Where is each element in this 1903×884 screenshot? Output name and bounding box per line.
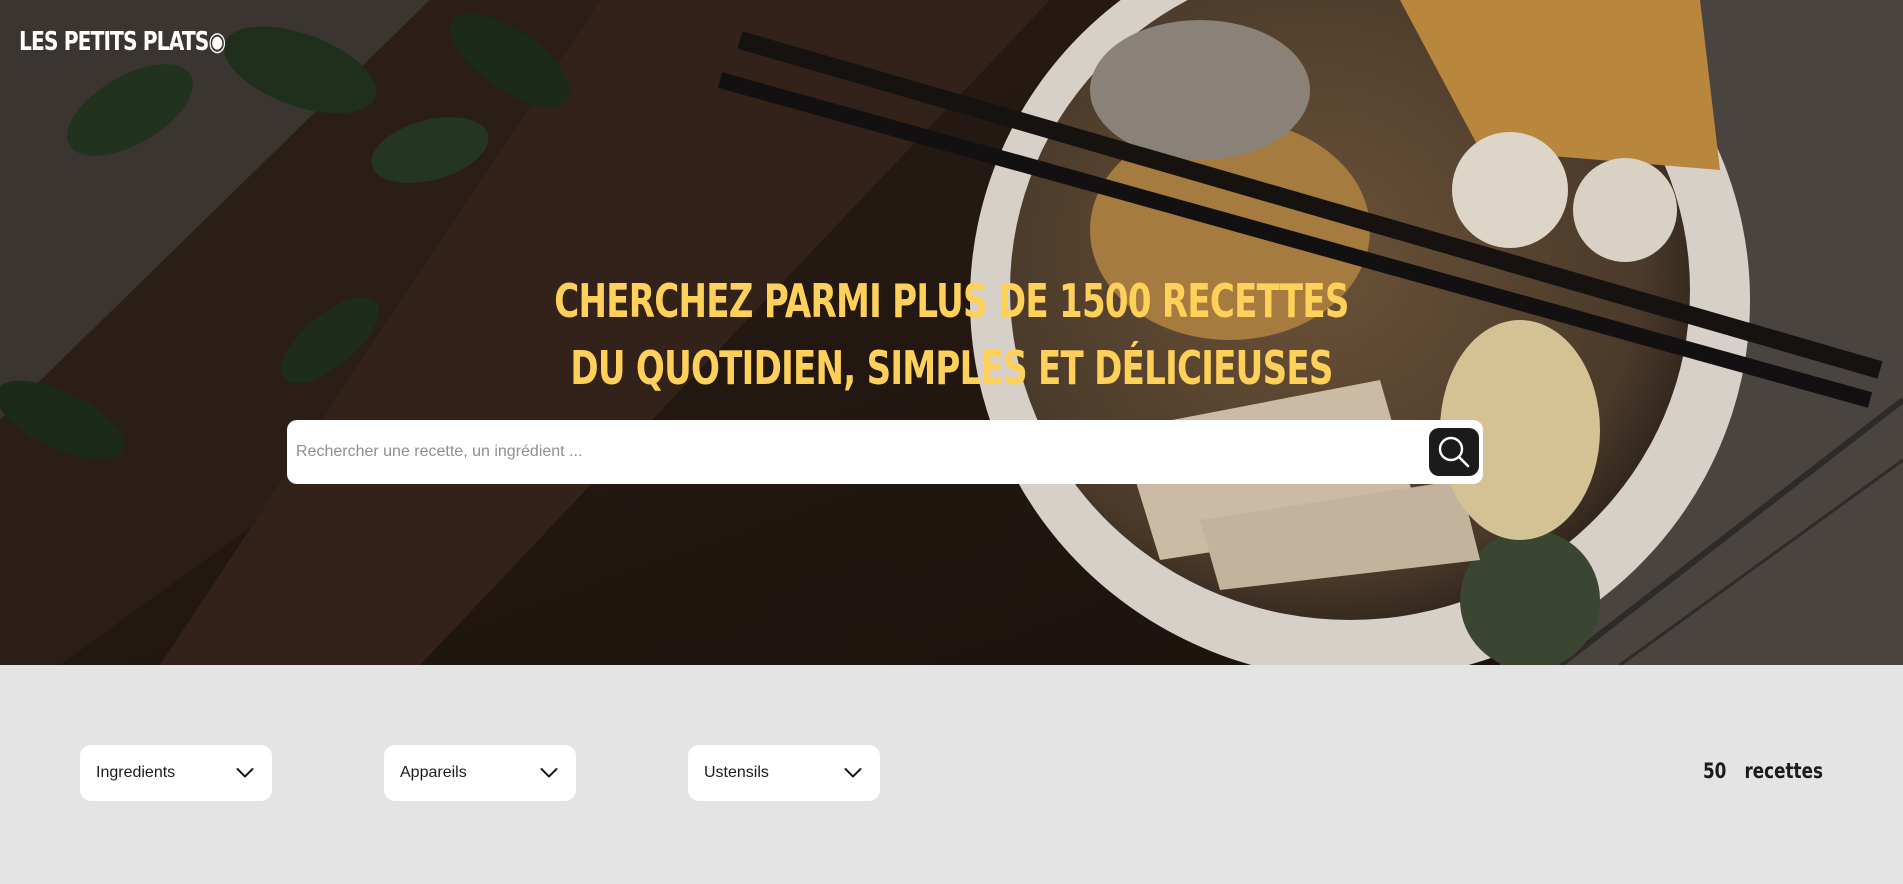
page-title: CHERCHEZ PARMI PLUS DE 1500 RECETTES DU …: [247, 268, 1655, 402]
filters-section: Ingredients Appareils Ustensils 50 recet…: [0, 665, 1903, 884]
site-logo[interactable]: LES PETITS PLATS◉: [19, 24, 226, 60]
search-bar: [287, 420, 1483, 484]
chevron-down-icon: [844, 768, 862, 778]
headline-line-1: CHERCHEZ PARMI PLUS DE 1500 RECETTES: [554, 274, 1349, 328]
utensils-dropdown-label: Ustensils: [704, 764, 769, 781]
search-icon: [1438, 436, 1470, 468]
headline-line-2: DU QUOTIDIEN, SIMPLES ET DÉLICIEUSES: [570, 341, 1333, 395]
search-button[interactable]: [1429, 428, 1479, 476]
utensils-dropdown[interactable]: Ustensils: [688, 745, 880, 801]
chevron-down-icon: [540, 768, 558, 778]
ingredients-dropdown[interactable]: Ingredients: [80, 745, 272, 801]
chevron-down-icon: [236, 768, 254, 778]
appliances-dropdown[interactable]: Appareils: [384, 745, 576, 801]
recipe-count: 50 recettes: [1703, 759, 1823, 783]
search-input[interactable]: [287, 420, 1397, 484]
logo-mark-icon: ◉: [208, 27, 226, 57]
appliances-dropdown-label: Appareils: [400, 764, 467, 781]
ingredients-dropdown-label: Ingredients: [96, 764, 176, 781]
hero-banner: LES PETITS PLATS◉ CHERCHEZ PARMI PLUS DE…: [0, 0, 1903, 665]
logo-text: LES PETITS PLATS: [19, 27, 209, 57]
